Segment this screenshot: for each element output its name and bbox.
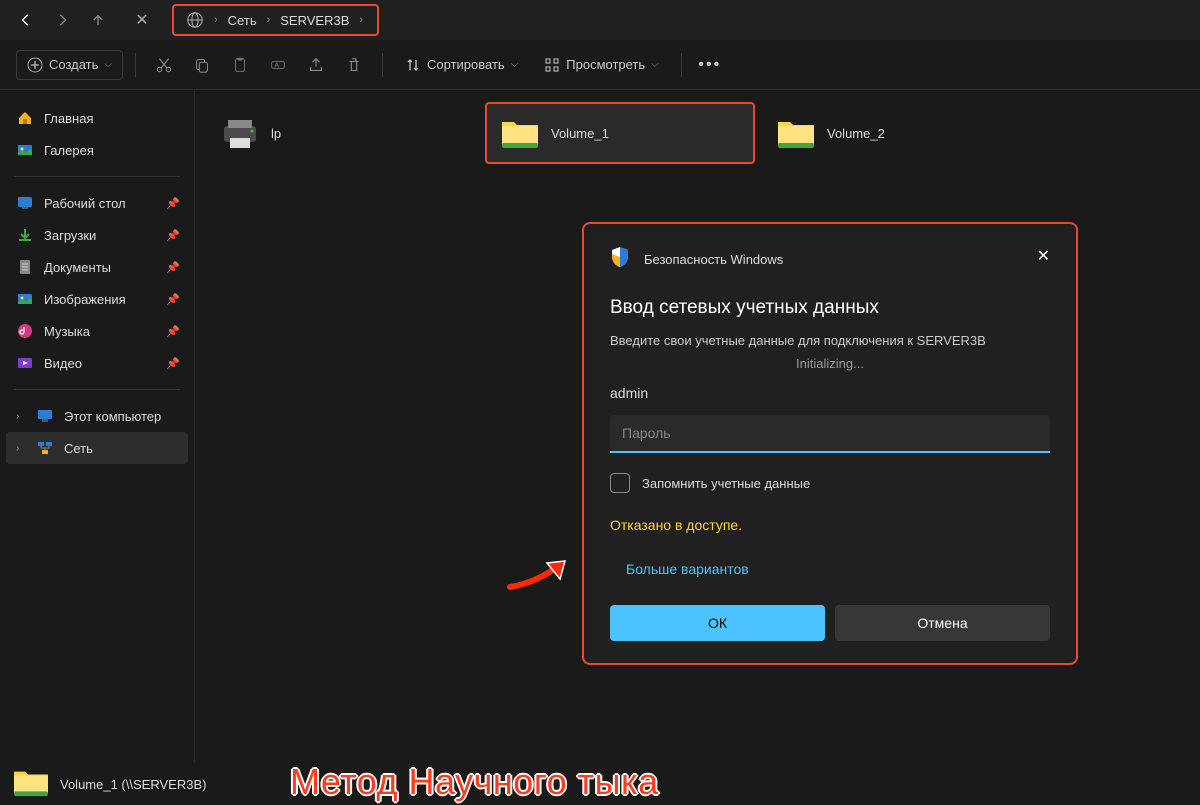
view-button[interactable]: Просмотреть ⌵ xyxy=(534,51,669,79)
item-label: Volume_1 xyxy=(551,126,609,141)
pictures-icon xyxy=(16,290,34,308)
toolbar-separator xyxy=(382,53,383,77)
more-options-link[interactable]: Больше вариантов xyxy=(610,561,1050,577)
item-volume2[interactable]: Volume_2 xyxy=(763,102,1033,164)
share-folder-icon xyxy=(12,766,50,803)
network-icon xyxy=(36,439,54,457)
desktop-icon xyxy=(16,194,34,212)
sidebar-music[interactable]: Музыка 📌 xyxy=(6,315,188,347)
dialog-title: Ввод сетевых учетных данных xyxy=(610,297,1050,319)
cut-icon[interactable] xyxy=(148,49,180,81)
nav-close-button[interactable]: ✕ xyxy=(124,2,160,38)
taskbar-item[interactable]: Volume_1 (\\SERVER3B) xyxy=(12,766,206,803)
password-input[interactable] xyxy=(610,415,1050,453)
credentials-dialog: Безопасность Windows ✕ Ввод сетевых учет… xyxy=(582,222,1078,665)
sidebar-divider xyxy=(14,176,180,177)
svg-text:A: A xyxy=(274,60,279,69)
dialog-error: Отказано в доступе. xyxy=(610,517,1050,533)
sort-button[interactable]: Сортировать ⌵ xyxy=(395,51,528,79)
share-icon[interactable] xyxy=(300,49,332,81)
sidebar-pictures[interactable]: Изображения 📌 xyxy=(6,283,188,315)
titlebar: ✕ › Сеть › SERVER3B › xyxy=(0,0,1200,40)
computer-icon xyxy=(36,407,54,425)
sidebar-downloads[interactable]: Загрузки 📌 xyxy=(6,219,188,251)
dialog-security-title: Безопасность Windows xyxy=(644,252,783,267)
dialog-close-button[interactable]: ✕ xyxy=(1037,246,1050,266)
item-label: Volume_2 xyxy=(827,126,885,141)
breadcrumb[interactable]: › Сеть › SERVER3B › xyxy=(172,4,379,36)
sidebar-network[interactable]: › Сеть xyxy=(6,432,188,464)
shield-icon xyxy=(610,246,630,273)
toolbar: Создать ⌵ A Сортировать ⌵ Просмотреть ⌵ … xyxy=(0,40,1200,90)
printer-icon xyxy=(219,112,261,154)
copy-icon[interactable] xyxy=(186,49,218,81)
downloads-icon xyxy=(16,226,34,244)
ok-button[interactable]: ОК xyxy=(610,605,825,641)
item-label: lp xyxy=(271,126,281,141)
watermark-text: Метод Научного тыка xyxy=(290,761,659,803)
sidebar-divider xyxy=(14,389,180,390)
sidebar-documents[interactable]: Документы 📌 xyxy=(6,251,188,283)
sidebar-gallery[interactable]: Галерея xyxy=(6,134,188,166)
sidebar-thispc[interactable]: › Этот компьютер xyxy=(6,400,188,432)
globe-icon xyxy=(182,11,208,29)
sidebar-desktop[interactable]: Рабочий стол 📌 xyxy=(6,187,188,219)
share-folder-icon xyxy=(499,112,541,154)
taskbar-label: Volume_1 (\\SERVER3B) xyxy=(60,777,206,792)
pin-icon: 📌 xyxy=(166,229,180,242)
dialog-subtitle: Введите свои учетные данные для подключе… xyxy=(610,333,1050,348)
breadcrumb-network[interactable]: Сеть xyxy=(224,13,261,28)
pin-icon: 📌 xyxy=(166,261,180,274)
cancel-button[interactable]: Отмена xyxy=(835,605,1050,641)
chevron-right-icon: › xyxy=(261,14,277,26)
sidebar: Главная Галерея Рабочий стол 📌 Загрузки … xyxy=(0,90,195,763)
toolbar-separator xyxy=(681,53,682,77)
delete-icon[interactable] xyxy=(338,49,370,81)
nav-forward-button[interactable] xyxy=(44,2,80,38)
remember-label: Запомнить учетные данные xyxy=(642,476,810,491)
dialog-username: admin xyxy=(610,385,1050,401)
pin-icon: 📌 xyxy=(166,197,180,210)
chevron-right-icon: › xyxy=(353,14,369,26)
chevron-right-icon: › xyxy=(208,14,224,26)
rename-icon[interactable]: A xyxy=(262,49,294,81)
music-icon xyxy=(16,322,34,340)
item-volume1[interactable]: Volume_1 xyxy=(485,102,755,164)
sidebar-home[interactable]: Главная xyxy=(6,102,188,134)
share-folder-icon xyxy=(775,112,817,154)
arrow-annotation xyxy=(505,555,575,600)
sidebar-videos[interactable]: Видео 📌 xyxy=(6,347,188,379)
toolbar-separator xyxy=(135,53,136,77)
breadcrumb-server[interactable]: SERVER3B xyxy=(276,13,353,28)
pin-icon: 📌 xyxy=(166,357,180,370)
documents-icon xyxy=(16,258,34,276)
chevron-right-icon: › xyxy=(16,443,26,454)
dialog-initializing: Initializing... xyxy=(610,356,1050,371)
nav-up-button[interactable] xyxy=(80,2,116,38)
paste-icon[interactable] xyxy=(224,49,256,81)
gallery-icon xyxy=(16,141,34,159)
nav-back-button[interactable] xyxy=(8,2,44,38)
item-printer[interactable]: lp xyxy=(207,102,477,164)
home-icon xyxy=(16,109,34,127)
pin-icon: 📌 xyxy=(166,293,180,306)
videos-icon xyxy=(16,354,34,372)
remember-checkbox[interactable] xyxy=(610,473,630,493)
chevron-right-icon: › xyxy=(16,411,26,422)
more-icon[interactable]: ••• xyxy=(694,49,726,81)
create-button[interactable]: Создать ⌵ xyxy=(16,50,123,80)
pin-icon: 📌 xyxy=(166,325,180,338)
